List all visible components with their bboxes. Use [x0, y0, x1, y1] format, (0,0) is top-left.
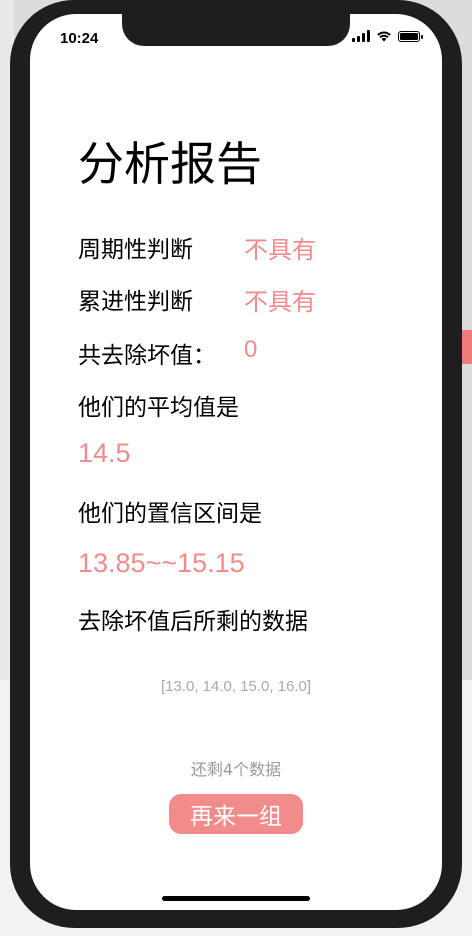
status-time: 10:24 — [60, 30, 99, 47]
status-icons — [352, 30, 423, 42]
signal-icon — [352, 30, 370, 42]
battery-icon — [398, 30, 423, 42]
confidence-interval-label: 他们的置信区间是 — [78, 501, 262, 527]
remaining-data-list: [13.0, 14.0, 15.0, 16.0] — [160, 678, 312, 695]
confidence-interval-value: 13.85~~15.15 — [78, 548, 245, 578]
remaining-count: 还剩4个数据 — [190, 760, 282, 779]
progressive-label: 累进性判断 — [78, 289, 193, 315]
removed-count-label: 共去除坏值： — [78, 343, 216, 369]
page-title: 分析报告 — [78, 137, 262, 191]
home-indicator — [162, 896, 310, 901]
removed-count-value: 0 — [244, 336, 258, 363]
mean-label: 他们的平均值是 — [78, 395, 239, 421]
phone-screen: 10:24 分析报告 周期性判断 不具有 累进性判断 不具有 共去除坏值： 0 … — [30, 14, 442, 910]
remaining-data-label: 去除坏值后所剩的数据 — [78, 609, 308, 635]
progressive-value: 不具有 — [244, 289, 316, 316]
periodicity-label: 周期性判断 — [78, 237, 193, 263]
notch — [122, 14, 350, 46]
wifi-icon — [377, 31, 391, 42]
periodicity-value: 不具有 — [244, 237, 316, 264]
mean-value: 14.5 — [78, 438, 131, 468]
phone-frame: 10:24 分析报告 周期性判断 不具有 累进性判断 不具有 共去除坏值： 0 … — [10, 0, 462, 928]
again-button[interactable]: 再来一组 — [169, 794, 303, 834]
